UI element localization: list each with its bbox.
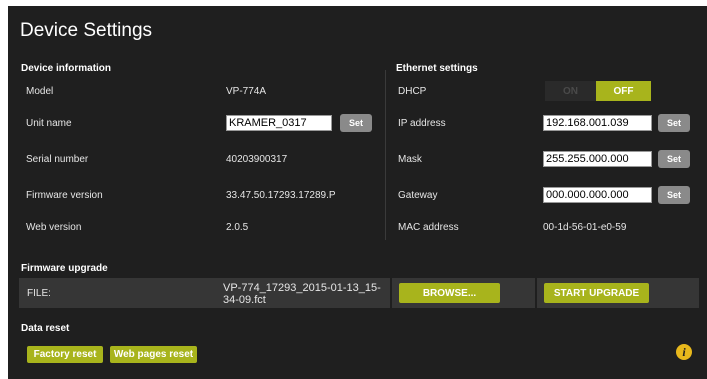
- dhcp-on-option[interactable]: ON: [545, 81, 596, 101]
- gateway-label: Gateway: [398, 190, 438, 201]
- unit-name-label: Unit name: [26, 118, 72, 129]
- web-pages-reset-button[interactable]: Web pages reset: [110, 346, 197, 363]
- start-upgrade-button[interactable]: START UPGRADE: [544, 283, 649, 303]
- browse-button[interactable]: BROWSE...: [399, 283, 500, 303]
- mask-input[interactable]: [543, 151, 652, 167]
- ip-address-label: IP address: [398, 118, 446, 129]
- dhcp-label: DHCP: [398, 86, 427, 97]
- firmware-upgrade-heading: Firmware upgrade: [21, 263, 108, 274]
- web-version-label: Web version: [26, 222, 82, 233]
- column-divider: [385, 70, 386, 240]
- serial-number-label: Serial number: [26, 154, 89, 165]
- file-label: FILE:: [27, 288, 51, 299]
- firmware-bar-separator: [535, 278, 537, 308]
- factory-reset-button[interactable]: Factory reset: [27, 346, 103, 363]
- ip-address-set-button[interactable]: Set: [658, 114, 690, 132]
- page-title: Device Settings: [20, 20, 153, 41]
- dhcp-off-option[interactable]: OFF: [596, 81, 651, 101]
- firmware-version-label: Firmware version: [26, 190, 103, 201]
- mask-set-button[interactable]: Set: [658, 150, 690, 168]
- mac-address-label: MAC address: [398, 222, 459, 233]
- firmware-version-value: 33.47.50.17293.17289.P: [226, 190, 336, 201]
- gateway-set-button[interactable]: Set: [658, 186, 690, 204]
- gateway-input[interactable]: [543, 187, 652, 203]
- mask-label: Mask: [398, 154, 422, 165]
- device-info-heading: Device information: [21, 63, 112, 74]
- model-label: Model: [26, 86, 54, 97]
- data-reset-heading: Data reset: [21, 323, 70, 334]
- dhcp-toggle[interactable]: ON OFF: [545, 81, 651, 101]
- serial-number-value: 40203900317: [226, 154, 288, 165]
- unit-name-input[interactable]: [226, 115, 332, 131]
- ethernet-settings-heading: Ethernet settings: [396, 63, 478, 74]
- ip-address-input[interactable]: [543, 115, 652, 131]
- unit-name-set-button[interactable]: Set: [340, 114, 372, 132]
- mac-address-value: 00-1d-56-01-e0-59: [543, 222, 627, 233]
- model-value: VP-774A: [226, 86, 267, 97]
- info-icon[interactable]: i: [676, 344, 692, 360]
- firmware-file-name: VP-774_17293_2015-01-13_15-34-09.fct: [223, 282, 381, 306]
- web-version-value: 2.0.5: [226, 222, 249, 233]
- device-settings-panel: Device Settings Device information Model…: [8, 6, 707, 379]
